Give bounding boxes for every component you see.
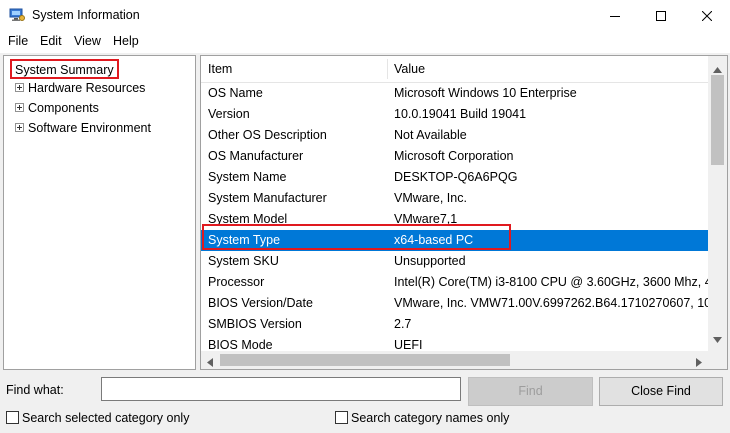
maximize-button[interactable] (638, 0, 684, 31)
horizontal-scrollbar[interactable] (201, 351, 708, 369)
cell-item: SMBIOS Version (208, 317, 302, 331)
cell-item: System Type (208, 233, 281, 247)
tree-item-software-environment[interactable]: Software Environment (10, 119, 190, 137)
table-row[interactable]: OS Name Microsoft Windows 10 Enterprise (201, 83, 708, 104)
cell-item: System Name (208, 170, 287, 184)
cell-value: VMware7,1 (394, 212, 458, 226)
table-row[interactable]: BIOS Version/Date VMware, Inc. VMW71.00V.… (201, 293, 712, 314)
list-header: Item Value (201, 56, 708, 83)
cell-item: System SKU (208, 254, 279, 268)
cell-value: Not Available (394, 128, 467, 142)
table-row[interactable]: Other OS Description Not Available (201, 125, 708, 146)
table-row[interactable]: System Manufacturer VMware, Inc. (201, 188, 708, 209)
expand-icon[interactable] (15, 123, 24, 132)
tree-item-label: System Summary (15, 63, 114, 77)
table-row[interactable]: OS Manufacturer Microsoft Corporation (201, 146, 708, 167)
table-row[interactable]: System Name DESKTOP-Q6A6PQG (201, 167, 708, 188)
cell-value: Microsoft Corporation (394, 149, 514, 163)
table-row-selected[interactable]: System Type x64-based PC (201, 230, 708, 251)
cell-value: Intel(R) Core(TM) i3-8100 CPU @ 3.60GHz,… (394, 275, 712, 289)
scroll-right-icon[interactable] (696, 356, 702, 369)
column-divider[interactable] (387, 59, 388, 79)
table-row[interactable]: System SKU Unsupported (201, 251, 708, 272)
cell-item: OS Name (208, 86, 263, 100)
minimize-button[interactable] (592, 0, 638, 31)
cell-item: Version (208, 107, 250, 121)
search-category-names-checkbox[interactable]: Search category names only (335, 410, 525, 426)
menu-view[interactable]: View (74, 34, 101, 48)
table-row[interactable]: System Model VMware7,1 (201, 209, 708, 230)
find-button[interactable]: Find (468, 377, 593, 406)
tree-item-system-summary[interactable]: System Summary (10, 59, 119, 79)
menu-bar: File Edit View Help (0, 31, 730, 53)
column-header-item[interactable]: Item (208, 62, 232, 76)
cell-item: Processor (208, 275, 265, 289)
cell-item: OS Manufacturer (208, 149, 304, 163)
close-icon (702, 10, 712, 21)
title-bar: System Information (0, 0, 730, 31)
table-row[interactable]: SMBIOS Version 2.7 (201, 314, 708, 335)
menu-edit[interactable]: Edit (40, 34, 62, 48)
cell-value: x64-based PC (394, 233, 474, 247)
maximize-icon (656, 10, 666, 21)
vertical-scroll-thumb[interactable] (711, 75, 724, 165)
close-find-button[interactable]: Close Find (599, 377, 723, 406)
table-row[interactable]: Version 10.0.19041 Build 19041 (201, 104, 708, 125)
cell-value: 10.0.19041 Build 19041 (394, 107, 527, 121)
checkbox-unchecked-icon[interactable] (335, 411, 348, 424)
checkbox-label: Search category names only (351, 411, 510, 425)
checkbox-unchecked-icon[interactable] (6, 411, 19, 424)
tree-item-label: Hardware Resources (28, 81, 146, 95)
system-information-app-icon (9, 8, 25, 22)
cell-value: Microsoft Windows 10 Enterprise (394, 86, 577, 100)
minimize-icon (610, 11, 620, 21)
cell-value: 2.7 (394, 317, 412, 331)
find-what-label: Find what: (6, 383, 64, 397)
details-list[interactable]: Item Value OS Name Microsoft Windows 10 E… (200, 55, 728, 370)
cell-value: Unsupported (394, 254, 466, 268)
column-header-value[interactable]: Value (394, 62, 425, 76)
tree-item-label: Software Environment (28, 121, 151, 135)
find-what-input[interactable] (101, 377, 461, 401)
cell-item: Other OS Description (208, 128, 327, 142)
cell-item: System Model (208, 212, 288, 226)
expand-icon[interactable] (15, 103, 24, 112)
cell-value: VMware, Inc. VMW71.00V.6997262.B64.17102… (394, 296, 712, 310)
expand-icon[interactable] (15, 83, 24, 92)
tree-item-components[interactable]: Components (10, 99, 190, 117)
scroll-up-icon[interactable] (713, 62, 722, 76)
table-row[interactable]: Processor Intel(R) Core(TM) i3-8100 CPU @… (201, 272, 712, 293)
horizontal-scroll-thumb[interactable] (220, 354, 510, 366)
category-tree[interactable]: System Summary Hardware Resources Compon… (3, 55, 196, 370)
tree-item-label: Components (28, 101, 99, 115)
close-button[interactable] (684, 0, 730, 31)
menu-file[interactable]: File (8, 34, 28, 48)
cell-value: VMware, Inc. (394, 191, 467, 205)
window-title: System Information (32, 8, 140, 22)
cell-item: System Manufacturer (208, 191, 327, 205)
vertical-scrollbar[interactable] (708, 56, 727, 352)
checkbox-label: Search selected category only (22, 411, 190, 425)
menu-help[interactable]: Help (113, 34, 139, 48)
cell-item: BIOS Version/Date (208, 296, 313, 310)
scroll-down-icon[interactable] (713, 332, 722, 346)
scrollbar-corner (708, 351, 727, 369)
system-information-window: System Information File Edit View Help S… (0, 0, 730, 433)
tree-item-hardware-resources[interactable]: Hardware Resources (10, 79, 190, 97)
search-selected-category-checkbox[interactable]: Search selected category only (6, 410, 206, 426)
scroll-left-icon[interactable] (207, 356, 213, 369)
cell-value: DESKTOP-Q6A6PQG (394, 170, 518, 184)
